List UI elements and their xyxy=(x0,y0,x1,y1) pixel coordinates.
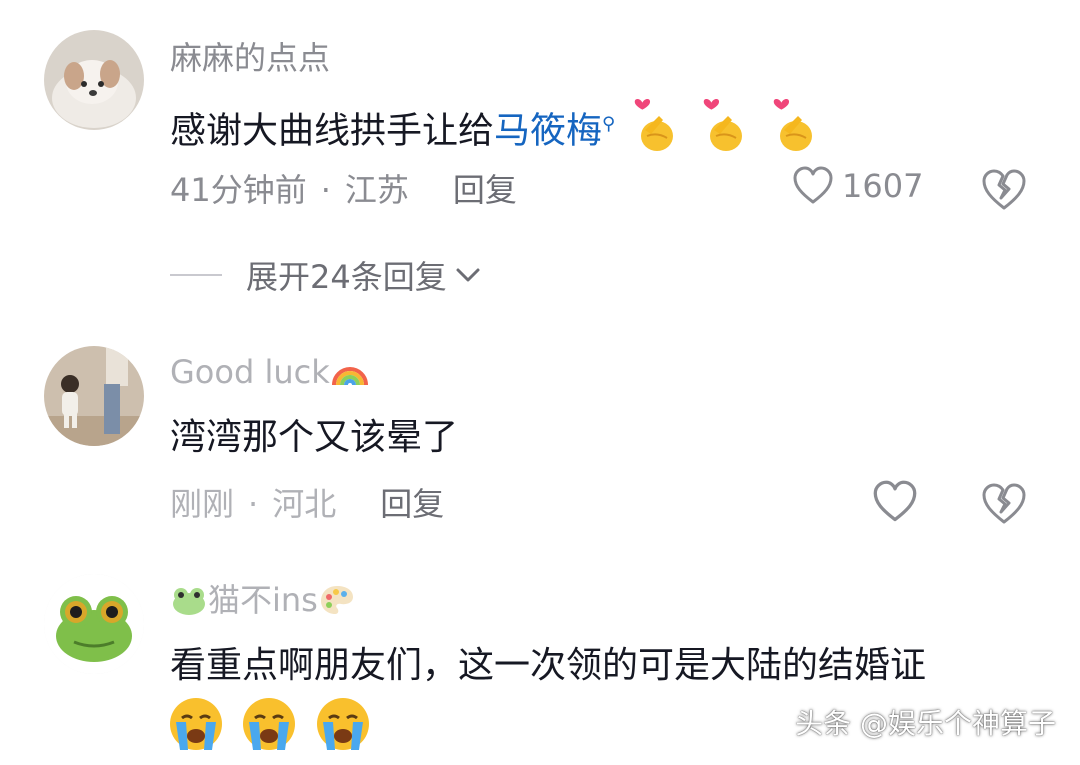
separator-dot: · xyxy=(320,171,331,209)
comment-location: 河北 xyxy=(272,485,337,523)
comment-meta: 刚刚 · 河北 回复 xyxy=(170,484,444,524)
dog-avatar-image xyxy=(44,30,144,130)
comment-username[interactable]: Good luck xyxy=(170,352,370,392)
comment-time: 41分钟前 xyxy=(170,171,307,209)
reply-button[interactable]: 回复 xyxy=(380,485,444,523)
comment-username[interactable]: 猫不ins xyxy=(170,580,356,620)
chevron-down-icon xyxy=(456,268,480,282)
child-avatar-image xyxy=(44,346,144,446)
comment-text: 湾湾那个又该晕了 xyxy=(170,417,459,458)
frog-icon xyxy=(173,588,205,615)
separator-dot: · xyxy=(248,485,259,523)
frog-avatar-image xyxy=(44,574,144,674)
mention-link[interactable]: 马筱梅 xyxy=(494,111,602,152)
watermark: 头条 @娱乐个神算子 xyxy=(795,707,1056,740)
comment-text-body: 感谢大曲线拱手让给 xyxy=(170,110,495,152)
palette-icon xyxy=(320,586,353,614)
crying-face-icon xyxy=(315,696,371,765)
reply-button[interactable]: 回复 xyxy=(453,171,517,209)
finger-heart-emoji-icon xyxy=(772,98,816,167)
comment-meta: 41分钟前 · 江苏 回复 xyxy=(170,170,517,210)
broken-heart-icon xyxy=(982,169,1026,210)
emoji-group xyxy=(168,696,371,765)
crying-face-icon xyxy=(168,696,224,765)
finger-heart-emoji-icon xyxy=(633,98,677,167)
expand-replies-label: 展开24条回复 xyxy=(246,258,447,296)
heart-outline-icon xyxy=(793,166,833,204)
avatar[interactable] xyxy=(44,574,144,674)
heart-outline-icon xyxy=(873,480,917,522)
username-text: Good luck xyxy=(170,353,330,391)
like-count: 1607 xyxy=(842,167,924,205)
comment-location: 江苏 xyxy=(344,171,409,209)
rainbow-icon xyxy=(331,367,368,386)
crying-face-icon xyxy=(241,696,297,765)
emoji-group xyxy=(633,99,816,152)
broken-heart-icon xyxy=(982,483,1026,524)
expand-replies-button[interactable]: 展开24条回复 xyxy=(170,252,483,298)
like-button[interactable]: 1607 xyxy=(792,166,923,206)
comment-text: 感谢大曲线拱手让给马筱梅⚲ xyxy=(170,98,816,167)
finger-heart-emoji-icon xyxy=(702,98,746,167)
avatar[interactable] xyxy=(44,30,144,130)
comment-text: 看重点啊朋友们，这一次领的可是大陆的结婚证 xyxy=(170,645,927,686)
comment-username[interactable]: 麻麻的点点 xyxy=(170,38,330,78)
avatar[interactable] xyxy=(44,346,144,446)
divider xyxy=(170,274,222,276)
username-text: 猫不ins xyxy=(208,581,318,619)
search-icon[interactable]: ⚲ xyxy=(602,114,615,135)
dislike-button[interactable] xyxy=(980,482,1028,526)
comment-time: 刚刚 xyxy=(170,485,235,523)
like-button[interactable] xyxy=(872,480,918,524)
dislike-button[interactable] xyxy=(980,168,1028,212)
